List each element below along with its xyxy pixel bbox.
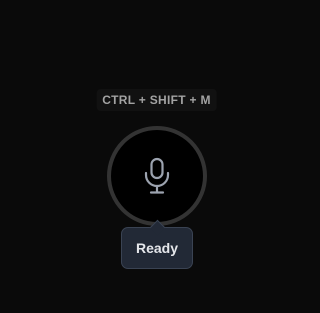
microphone-icon [139,156,175,196]
voice-widget: CTRL + SHIFT + M Ready [0,0,313,313]
status-badge: Ready [121,219,193,269]
shortcut-hint: CTRL + SHIFT + M [96,89,217,111]
microphone-button[interactable] [107,126,207,226]
status-label: Ready [135,240,179,256]
